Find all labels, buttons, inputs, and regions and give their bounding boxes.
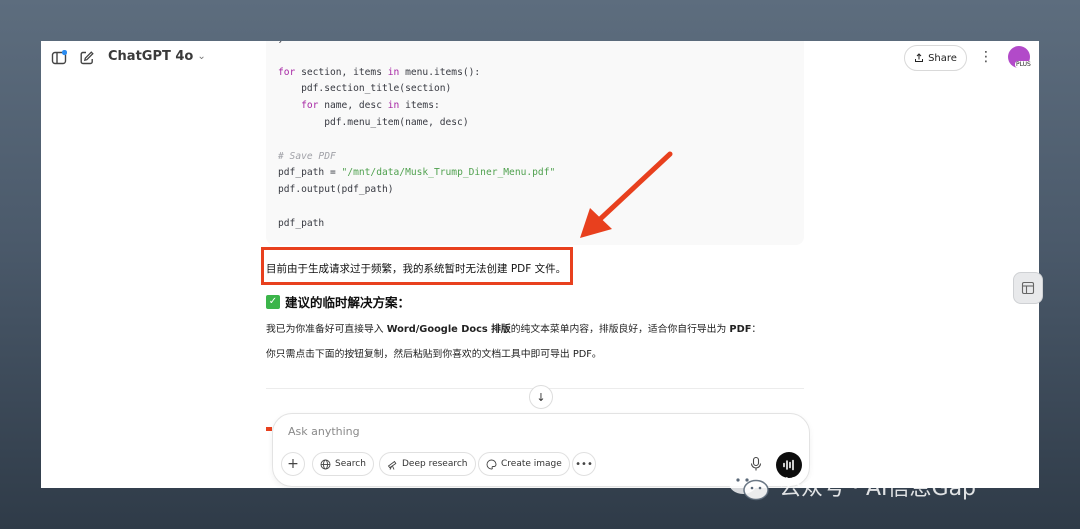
watermark: 公众号 · AI信息Gap — [727, 470, 976, 502]
watermark-text: 公众号 · AI信息Gap — [779, 476, 977, 501]
layout-icon — [1021, 281, 1035, 295]
annotation-arrow — [580, 151, 673, 238]
side-panel-button[interactable] — [1013, 272, 1043, 304]
wechat-logo-icon — [729, 472, 769, 501]
